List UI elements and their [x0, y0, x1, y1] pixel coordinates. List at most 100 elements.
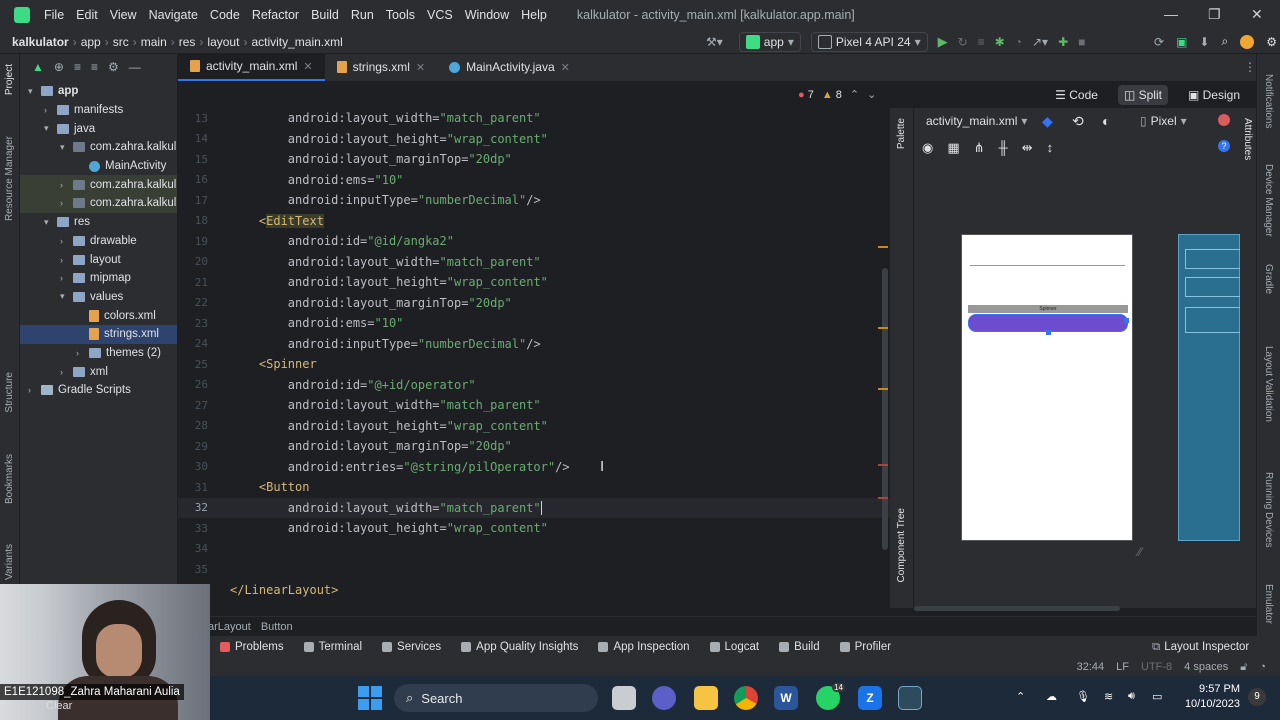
search-icon[interactable]: ⌕ — [1221, 34, 1228, 49]
code-line[interactable]: 15 android:layout_marginTop= "20dp" — [178, 149, 890, 170]
breadcrumb-item[interactable]: res — [175, 35, 200, 49]
chevron-down-icon[interactable]: ▾ — [28, 86, 38, 97]
menu-navigate[interactable]: Navigate — [143, 8, 204, 22]
tree-item[interactable]: ▾ java — [20, 119, 177, 138]
hide-panel-icon[interactable]: — — [129, 60, 141, 74]
unlock-icon[interactable]: 🔓︎ — [1240, 661, 1247, 674]
edittext-preview[interactable] — [970, 265, 1125, 266]
code-line[interactable]: 30 android:entries= "@string/pilOperator"… — [178, 457, 890, 478]
code-line[interactable]: 26 android:id= "@+id/operator" — [178, 375, 890, 396]
onedrive-icon[interactable]: ☁ — [1046, 690, 1057, 703]
layout-validation-tool-tab[interactable]: Layout Validation — [1263, 346, 1274, 422]
zoom-icon[interactable]: Z — [858, 686, 882, 710]
menu-code[interactable]: Code — [204, 8, 246, 22]
close-window-button[interactable]: ✕ — [1251, 6, 1263, 23]
android-studio-taskbar-icon[interactable] — [898, 686, 922, 710]
next-highlight-icon[interactable]: ⌄ — [867, 88, 876, 101]
rerun-icon[interactable]: ↻ — [958, 35, 968, 49]
windows-start-icon[interactable] — [358, 686, 382, 710]
code-view-button[interactable]: ☰ Code — [1049, 85, 1104, 105]
tool-terminal[interactable]: Terminal — [294, 641, 372, 653]
code-line[interactable]: 23 android:ems= "10" — [178, 313, 890, 334]
close-tab-icon[interactable]: ✕ — [561, 61, 570, 74]
code-line[interactable]: 21 android:layout_height= "wrap_content" — [178, 272, 890, 293]
tree-item[interactable]: ▾ app — [20, 82, 177, 101]
wifi-icon[interactable]: ≋ — [1104, 690, 1113, 703]
breadcrumb-item[interactable]: app — [77, 35, 105, 49]
maximize-button[interactable]: ❐ — [1208, 6, 1221, 23]
profile-icon[interactable]: ◔ — [1015, 35, 1022, 49]
close-tab-icon[interactable]: ✕ — [416, 61, 425, 74]
tree-item[interactable]: › com.zahra.kalkul — [20, 175, 177, 195]
resize-handle[interactable] — [1046, 330, 1051, 335]
run-icon[interactable]: ▶ — [938, 34, 948, 50]
design-horizontal-scrollbar[interactable] — [914, 606, 1120, 611]
previous-highlight-icon[interactable]: ⌃ — [850, 88, 859, 101]
chevron-down-icon[interactable]: ▾ — [60, 291, 70, 302]
tab-options-icon[interactable]: ⋮ — [1244, 60, 1256, 74]
running-devices-tool-tab[interactable]: Running Devices — [1263, 472, 1274, 548]
spinner-preview-label[interactable]: Spinner — [968, 305, 1128, 313]
sdk-manager-icon[interactable]: ⬇ — [1199, 35, 1209, 49]
error-indicator-icon[interactable] — [1218, 114, 1230, 126]
microphone-icon[interactable]: 🎙︎ — [1076, 690, 1090, 703]
attach-debugger-icon[interactable]: ↗▾ — [1032, 35, 1048, 49]
tree-item[interactable]: › manifests — [20, 101, 177, 120]
tree-item[interactable]: colors.xml — [20, 306, 177, 325]
menu-refactor[interactable]: Refactor — [246, 8, 305, 22]
warning-stripe-mark[interactable] — [878, 327, 888, 329]
device-manager-icon[interactable]: ▣ — [1176, 35, 1187, 49]
tool-services[interactable]: Services — [372, 641, 451, 653]
resource-manager-tool-tab[interactable]: Resource Manager — [4, 136, 15, 221]
breadcrumb-item[interactable]: layout — [203, 35, 243, 49]
menu-help[interactable]: Help — [515, 8, 553, 22]
magnet-icon[interactable]: ⋔ — [974, 140, 985, 156]
line-separator[interactable]: LF — [1116, 661, 1129, 673]
chevron-right-icon[interactable]: › — [60, 198, 70, 208]
blueprint-edittext[interactable] — [1185, 249, 1241, 269]
android-view-icon[interactable]: ▲ — [32, 60, 44, 74]
code-line[interactable]: 29 android:layout_marginTop= "20dp" — [178, 436, 890, 457]
tree-item[interactable]: › themes (2) — [20, 344, 177, 363]
breadcrumb-button[interactable]: Button — [261, 621, 293, 633]
breadcrumb-linearlayout[interactable]: arLayout — [208, 621, 251, 633]
minimize-button[interactable]: — — [1164, 6, 1178, 22]
code-line[interactable]: 19 android:id= "@id/angka2" — [178, 231, 890, 252]
code-line[interactable]: 32 android:layout_width= "match_parent" — [178, 497, 890, 518]
chevron-right-icon[interactable]: › — [60, 236, 70, 246]
design-view-button[interactable]: ▣ Design — [1182, 85, 1246, 105]
run-config-dropdown[interactable]: app ▾ — [738, 31, 801, 52]
code-line[interactable]: 16 android:ems= "10" — [178, 170, 890, 191]
chevron-down-icon[interactable]: ▾ — [44, 217, 54, 228]
notifications-tool-tab[interactable]: Notifications — [1263, 74, 1274, 128]
error-stripe-mark[interactable] — [878, 497, 888, 499]
code-line[interactable]: 28 android:layout_height= "wrap_content" — [178, 416, 890, 437]
component-tree-tab[interactable]: Component Tree — [896, 508, 907, 583]
tree-item[interactable]: › mipmap — [20, 269, 177, 288]
code-line[interactable]: 22 android:layout_marginTop= "20dp" — [178, 293, 890, 314]
help-icon[interactable]: ? — [1218, 140, 1230, 152]
tool-app-quality-insights[interactable]: App Quality Insights — [451, 641, 588, 653]
zoom-meet-icon[interactable] — [652, 686, 676, 710]
layout-preview-phone[interactable]: Spinner — [961, 234, 1133, 541]
memory-indicator-icon[interactable]: ◔ — [1259, 661, 1266, 673]
tree-item[interactable]: strings.xml — [20, 324, 177, 344]
clock[interactable]: 9:57 PM 10/10/2023 — [1180, 682, 1240, 712]
warning-stripe-mark[interactable] — [878, 388, 888, 390]
pack-vertical-icon[interactable]: ↕ — [1047, 140, 1054, 156]
code-line[interactable]: 33 android:layout_height= "wrap_content" — [178, 518, 890, 539]
project-tool-tab[interactable]: Project — [4, 64, 15, 95]
bookmarks-tool-tab[interactable]: Bookmarks — [4, 454, 15, 504]
device-manager-tool-tab[interactable]: Device Manager — [1263, 164, 1274, 237]
menu-file[interactable]: File — [38, 8, 70, 22]
code-line[interactable]: 20 android:layout_width= "match_parent" — [178, 252, 890, 273]
taskbar-search[interactable]: ⌕ Search — [394, 684, 598, 712]
blueprint-icon[interactable]: ▦ — [947, 140, 959, 156]
layout-inspector-button[interactable]: ⧉ Layout Inspector — [1152, 641, 1249, 654]
tree-item[interactable]: › layout — [20, 250, 177, 269]
menu-tools[interactable]: Tools — [380, 8, 421, 22]
tool-problems[interactable]: Problems — [210, 641, 294, 653]
code-line[interactable]: 24 android:inputType= "numberDecimal"/> — [178, 334, 890, 355]
preview-device-dropdown[interactable]: ▯ Pixel ▾ — [1140, 114, 1187, 128]
code-editor[interactable]: 13 android:layout_width= "match_parent" 14… — [178, 108, 890, 608]
